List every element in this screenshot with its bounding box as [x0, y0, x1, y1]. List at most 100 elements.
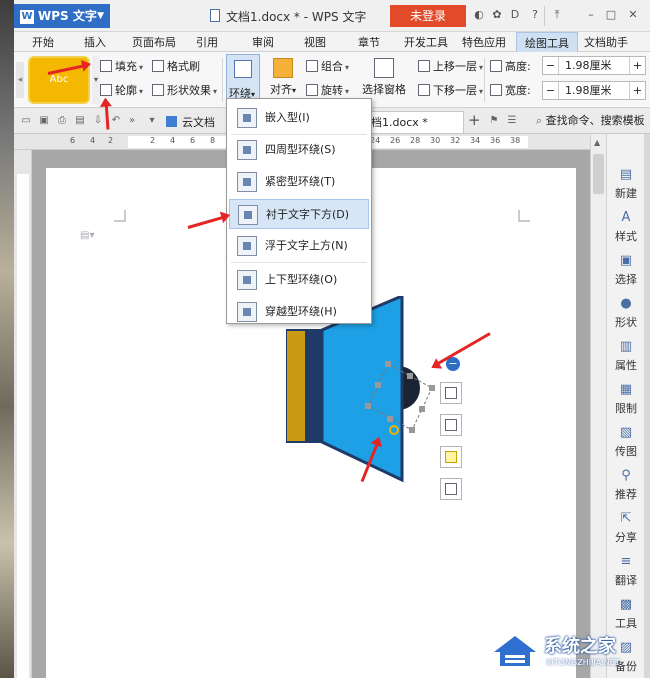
sidebar-item[interactable]: ● 形状 [607, 297, 645, 330]
tab-features[interactable]: 特色应用 [462, 34, 506, 50]
tab-chapter[interactable]: 章节 [358, 34, 380, 50]
maximize-icon[interactable]: □ [604, 8, 618, 22]
wrap-menu-item[interactable]: 嵌入型(I) [229, 103, 369, 133]
shape-effect-button[interactable]: 形状效果 ▾ [152, 82, 217, 100]
tab-page-layout[interactable]: 页面布局 [132, 34, 176, 50]
undo-icon[interactable]: ↶ [110, 114, 122, 127]
document-tab[interactable]: 档1.docx * [366, 111, 464, 133]
select-icon: ▣ [619, 253, 633, 268]
chevron-down-icon: ▼ [97, 11, 104, 21]
docer-icon[interactable]: D [508, 8, 522, 22]
tab-home[interactable]: 开始 [32, 34, 54, 50]
open-icon[interactable]: ▭ [20, 114, 32, 127]
selection-pane-button[interactable]: 选择窗格 [354, 54, 414, 104]
restore-icon[interactable]: ⤒ [550, 8, 564, 22]
app-menu-button[interactable]: W WPS 文字 ▼ [14, 4, 110, 28]
watermark-url: XITONGZHIJIA.NET [546, 658, 620, 667]
width-stepper[interactable]: −1.98厘米 + [542, 81, 646, 100]
wrap-menu-item[interactable]: 上下型环绕(O) [229, 265, 369, 295]
decrease-width-button[interactable]: − [543, 82, 559, 99]
skin-icon[interactable]: ◐ [472, 8, 486, 22]
sidebar-item[interactable]: ≡ 翻译 [607, 555, 645, 588]
style-more-button[interactable]: ▾ [92, 56, 100, 104]
tab-drawing-tools[interactable]: 绘图工具 [516, 32, 578, 52]
height-label: 高度: [490, 58, 531, 76]
wrap-menu-item[interactable]: 紧密型环绕(T) [229, 167, 369, 197]
sidebar-item[interactable]: ▧ 传图 [607, 426, 645, 459]
command-search[interactable]: ⌕ 查找命令、搜索模板 [536, 111, 648, 131]
tab-references[interactable]: 引用 [196, 34, 218, 50]
layout-options-button[interactable] [440, 382, 462, 404]
sidebar-label: 限制 [615, 402, 637, 415]
cloud-doc-button[interactable]: 云文档 [166, 114, 215, 130]
sidebar-label: 翻译 [615, 574, 637, 587]
sidebar-item[interactable]: A 样式 [607, 211, 645, 244]
ruler-number: 32 [450, 136, 461, 145]
wrap-menu-item[interactable]: 四周型环绕(S) [229, 135, 369, 165]
wrap-menu-item[interactable]: 穿越型环绕(H) [229, 297, 369, 327]
increase-width-button[interactable]: + [629, 82, 645, 99]
rotate-icon [306, 84, 318, 96]
help-icon[interactable]: ? [528, 8, 542, 22]
tab-review[interactable]: 审阅 [252, 34, 274, 50]
list-icon[interactable]: ☰ [506, 114, 518, 127]
cloud-cube-icon [166, 116, 177, 127]
send-backward-button[interactable]: 下移一层 ▾ [418, 82, 483, 100]
login-button[interactable]: 未登录 [390, 5, 466, 27]
height-stepper[interactable]: −1.98厘米 + [542, 56, 646, 75]
increase-height-button[interactable]: + [629, 57, 645, 74]
sidebar-item[interactable]: ▩ 工具 [607, 598, 645, 631]
bring-forward-button[interactable]: 上移一层 ▾ [418, 58, 483, 76]
shape-fill-button[interactable] [440, 446, 462, 468]
sidebar-grip[interactable] [644, 134, 650, 678]
sidebar-item[interactable]: ▦ 限制 [607, 383, 645, 416]
edit-shape-button[interactable] [440, 414, 462, 436]
align-button[interactable]: 对齐▾ [266, 54, 300, 104]
window-title: 文档1.docx * - WPS 文字 [226, 10, 367, 24]
sidebar-item[interactable]: ▥ 属性 [607, 340, 645, 373]
wrap-menu: 嵌入型(I) 四周型环绕(S) 紧密型环绕(T) 衬于文字下方(D) 浮于文字上方(N)… [226, 98, 372, 324]
tab-doc-assistant[interactable]: 文档助手 [584, 34, 628, 50]
wrap-menu-item[interactable]: 衬于文字下方(D) [229, 199, 369, 229]
print-icon[interactable]: ⎙ [56, 114, 68, 127]
preview-icon[interactable]: ▤ [74, 114, 86, 127]
edit-shape-icon [445, 419, 457, 431]
pen-icon [445, 483, 457, 495]
scroll-thumb[interactable] [593, 154, 604, 194]
sidebar-item[interactable]: ▣ 选择 [607, 254, 645, 287]
close-icon[interactable]: ✕ [626, 8, 640, 22]
sidebar-item[interactable]: ⚲ 推荐 [607, 469, 645, 502]
sidebar-label: 分享 [615, 531, 637, 544]
sidebar-item[interactable]: ▤ 新建 [607, 168, 645, 201]
vertical-scrollbar[interactable]: ▲ [590, 134, 606, 678]
paragraph-icon[interactable]: ▤▾ [80, 230, 94, 242]
sidebar-item[interactable]: ⇱ 分享 [607, 512, 645, 545]
tab-developer[interactable]: 开发工具 [404, 34, 448, 50]
ruler-number: 36 [490, 136, 501, 145]
group-button[interactable]: 组合 ▾ [306, 58, 349, 76]
tab-view[interactable]: 视图 [304, 34, 326, 50]
scroll-up-icon[interactable]: ▲ [594, 138, 600, 147]
ruler-number: 6 [70, 136, 76, 145]
new-tab-button[interactable]: + [468, 111, 481, 129]
decrease-height-button[interactable]: − [543, 57, 559, 74]
translate-icon: ≡ [620, 554, 632, 569]
pin-icon[interactable]: ⚑ [488, 114, 500, 127]
group-icon [306, 60, 318, 72]
ribbon-scroll-left-icon[interactable]: ◂ [16, 62, 24, 98]
format-painter-button[interactable]: 格式刷 [152, 58, 200, 76]
shape-outline-button[interactable] [440, 478, 462, 500]
wrap-menu-item[interactable]: 浮于文字上方(N) [229, 231, 369, 261]
fill-button[interactable]: 填充 ▾ [100, 58, 143, 76]
export-icon[interactable]: ⇩ [92, 114, 104, 127]
more-icon[interactable]: » [126, 114, 138, 127]
save-icon[interactable]: ▣ [38, 114, 50, 127]
theme-icon[interactable]: ✿ [490, 8, 504, 22]
wrap-button[interactable]: 环绕▾ [226, 54, 260, 104]
fill-bucket-icon [445, 451, 457, 463]
customize-icon[interactable]: ▾ [146, 114, 158, 127]
tab-insert[interactable]: 插入 [84, 34, 106, 50]
sidebar-label: 工具 [615, 617, 637, 630]
minimize-icon[interactable]: – [584, 8, 598, 22]
ruler-number: 4 [170, 136, 176, 145]
